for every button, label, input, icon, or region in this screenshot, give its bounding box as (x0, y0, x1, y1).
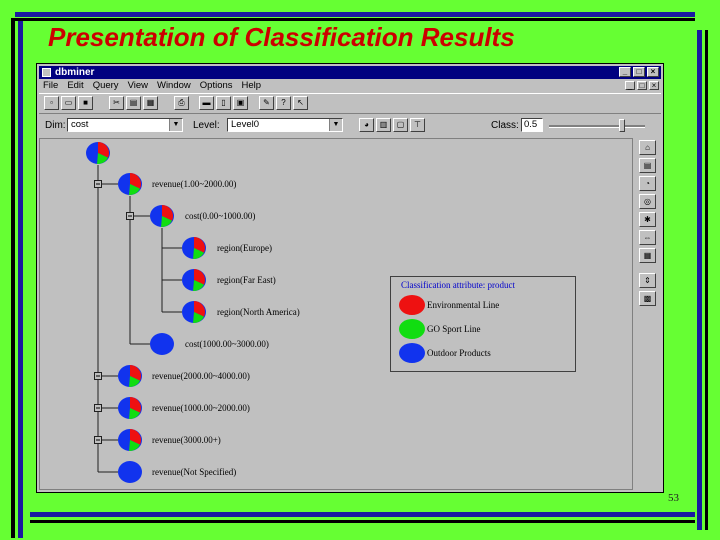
slide-border-right-black (705, 30, 708, 530)
level-select[interactable]: Level0 ▼ (227, 118, 343, 132)
level-label: Level: (193, 120, 220, 131)
page-number: 53 (668, 492, 679, 504)
legend-swatch-green (399, 319, 425, 339)
slide-border-top-blue (15, 12, 695, 17)
class-slider-track[interactable] (549, 125, 645, 128)
grid-icon[interactable]: ▦ (639, 248, 656, 263)
tree-node-label: region(North America) (217, 307, 300, 317)
tree-node-label: region(Far East) (217, 275, 276, 285)
legend-swatch-blue (399, 343, 425, 363)
legend-item: Environmental Line (399, 295, 569, 317)
slide-border-left-blue (18, 18, 23, 538)
class-slider-thumb[interactable] (619, 119, 625, 132)
collapse-icon[interactable]: ⇕ (639, 273, 656, 288)
menu-view[interactable]: View (128, 80, 148, 91)
dim-label: Dim: (45, 120, 66, 131)
legend-label: GO Sport Line (427, 324, 481, 334)
menu-query[interactable]: Query (93, 80, 119, 91)
layout-icon[interactable]: ▣ (233, 96, 248, 110)
menu-file[interactable]: File (43, 80, 58, 91)
dim-select[interactable]: cost ▼ (67, 118, 183, 132)
chart-type-icon[interactable]: ◔ (639, 176, 656, 191)
doc-minimize-button[interactable]: _ (625, 81, 635, 90)
minimize-button[interactable]: _ (619, 67, 631, 77)
table-icon[interactable]: ▩ (639, 291, 656, 306)
legend-box: Classification attribute: product Enviro… (390, 276, 576, 372)
menu-edit[interactable]: Edit (67, 80, 83, 91)
level-select-value: Level0 (231, 119, 259, 130)
toolbar: ▫ ▭ ■ ✂ ▤ ▦ ⎙ ▬ ▯ ▣ ✎ ? ↖ (39, 93, 661, 114)
help-icon[interactable]: ? (276, 96, 291, 110)
dim-dropdown-icon[interactable]: ▼ (169, 119, 182, 131)
tree-node-label: cost(1000.00~3000.00) (185, 339, 269, 349)
view-icon[interactable]: ▬ (199, 96, 214, 110)
menu-options[interactable]: Options (200, 80, 233, 91)
pie-chart-icon (118, 461, 142, 483)
pie-view-icon[interactable]: ◕ (359, 118, 374, 132)
new-icon[interactable]: ▫ (44, 96, 59, 110)
home-icon[interactable]: ⌂ (639, 140, 656, 155)
legend-swatch-red (399, 295, 425, 315)
tree-node-label: revenue(Not Specified) (152, 467, 237, 477)
tree-node-label: cost(0.00~1000.00) (185, 211, 256, 221)
paste-icon[interactable]: ▦ (143, 96, 158, 110)
save-icon[interactable]: ■ (78, 96, 93, 110)
window-title: dbminer (55, 67, 95, 78)
table-view-icon[interactable]: ▢ (393, 118, 408, 132)
slide-border-bottom-blue (30, 512, 695, 517)
menu-bar: File Edit Query View Window Options Help _ □ × (39, 80, 661, 92)
tree-node-label: revenue(2000.00~4000.00) (152, 371, 250, 381)
slide-border-right-blue (697, 30, 702, 530)
doc-restore-button[interactable]: □ (637, 81, 647, 90)
tree-node-label: revenue(1.00~2000.00) (152, 179, 237, 189)
cut-icon[interactable]: ✂ (109, 96, 124, 110)
level-dropdown-icon[interactable]: ▼ (329, 119, 342, 131)
slide-border-left-black (11, 18, 15, 538)
legend-label: Outdoor Products (427, 348, 491, 358)
menu-window[interactable]: Window (157, 80, 191, 91)
legend-title: Classification attribute: product (401, 280, 515, 290)
context-help-icon[interactable]: ↖ (293, 96, 308, 110)
bar-view-icon[interactable]: ▥ (376, 118, 391, 132)
tree-view-icon[interactable]: ⊤ (410, 118, 425, 132)
tree-node-label: revenue(1000.00~2000.00) (152, 403, 250, 413)
open-icon[interactable]: ▭ (61, 96, 76, 110)
legend-item: Outdoor Products (399, 343, 569, 365)
tree-node-label: revenue(3000.00+) (152, 435, 221, 445)
dim-select-value: cost (71, 119, 89, 130)
print-icon[interactable]: ⎙ (174, 96, 189, 110)
slide-border-bottom-black (30, 520, 695, 523)
dbminer-window: dbminer _ □ × File Edit Query View Window Opt… (36, 63, 664, 493)
dimension-bar: Dim: cost ▼ Level: Level0 ▼ ◕ ▥ ▢ ⊤ Class:… (39, 114, 661, 136)
class-threshold-field[interactable]: 0.5 (521, 118, 543, 132)
slide-title: Presentation of Classification Results (48, 22, 515, 52)
expand-icon[interactable]: ⇔ (639, 230, 656, 245)
window-titlebar[interactable]: dbminer _ □ × (39, 66, 661, 79)
legend-item: GO Sport Line (399, 319, 569, 341)
doc-close-button[interactable]: × (649, 81, 659, 90)
class-label: Class: (491, 120, 519, 131)
legend-label: Environmental Line (427, 300, 500, 310)
maximize-button[interactable]: □ (633, 67, 645, 77)
query-icon[interactable]: ✎ (259, 96, 274, 110)
folder-icon[interactable]: ▤ (639, 158, 656, 173)
app-icon[interactable] (42, 68, 51, 77)
slide-border-top-black (15, 18, 695, 21)
filter-icon[interactable]: ▯ (216, 96, 231, 110)
pie-chart-icon (150, 333, 174, 355)
tree-node-label: region(Europe) (217, 243, 272, 253)
class-threshold-value: 0.5 (524, 119, 538, 130)
classification-canvas: Classification attribute: product Enviro… (39, 138, 633, 490)
close-button[interactable]: × (647, 67, 659, 77)
menu-help[interactable]: Help (242, 80, 262, 91)
copy-icon[interactable]: ▤ (126, 96, 141, 110)
zoom-icon[interactable]: ◎ (639, 194, 656, 209)
settings-icon[interactable]: ✱ (639, 212, 656, 227)
